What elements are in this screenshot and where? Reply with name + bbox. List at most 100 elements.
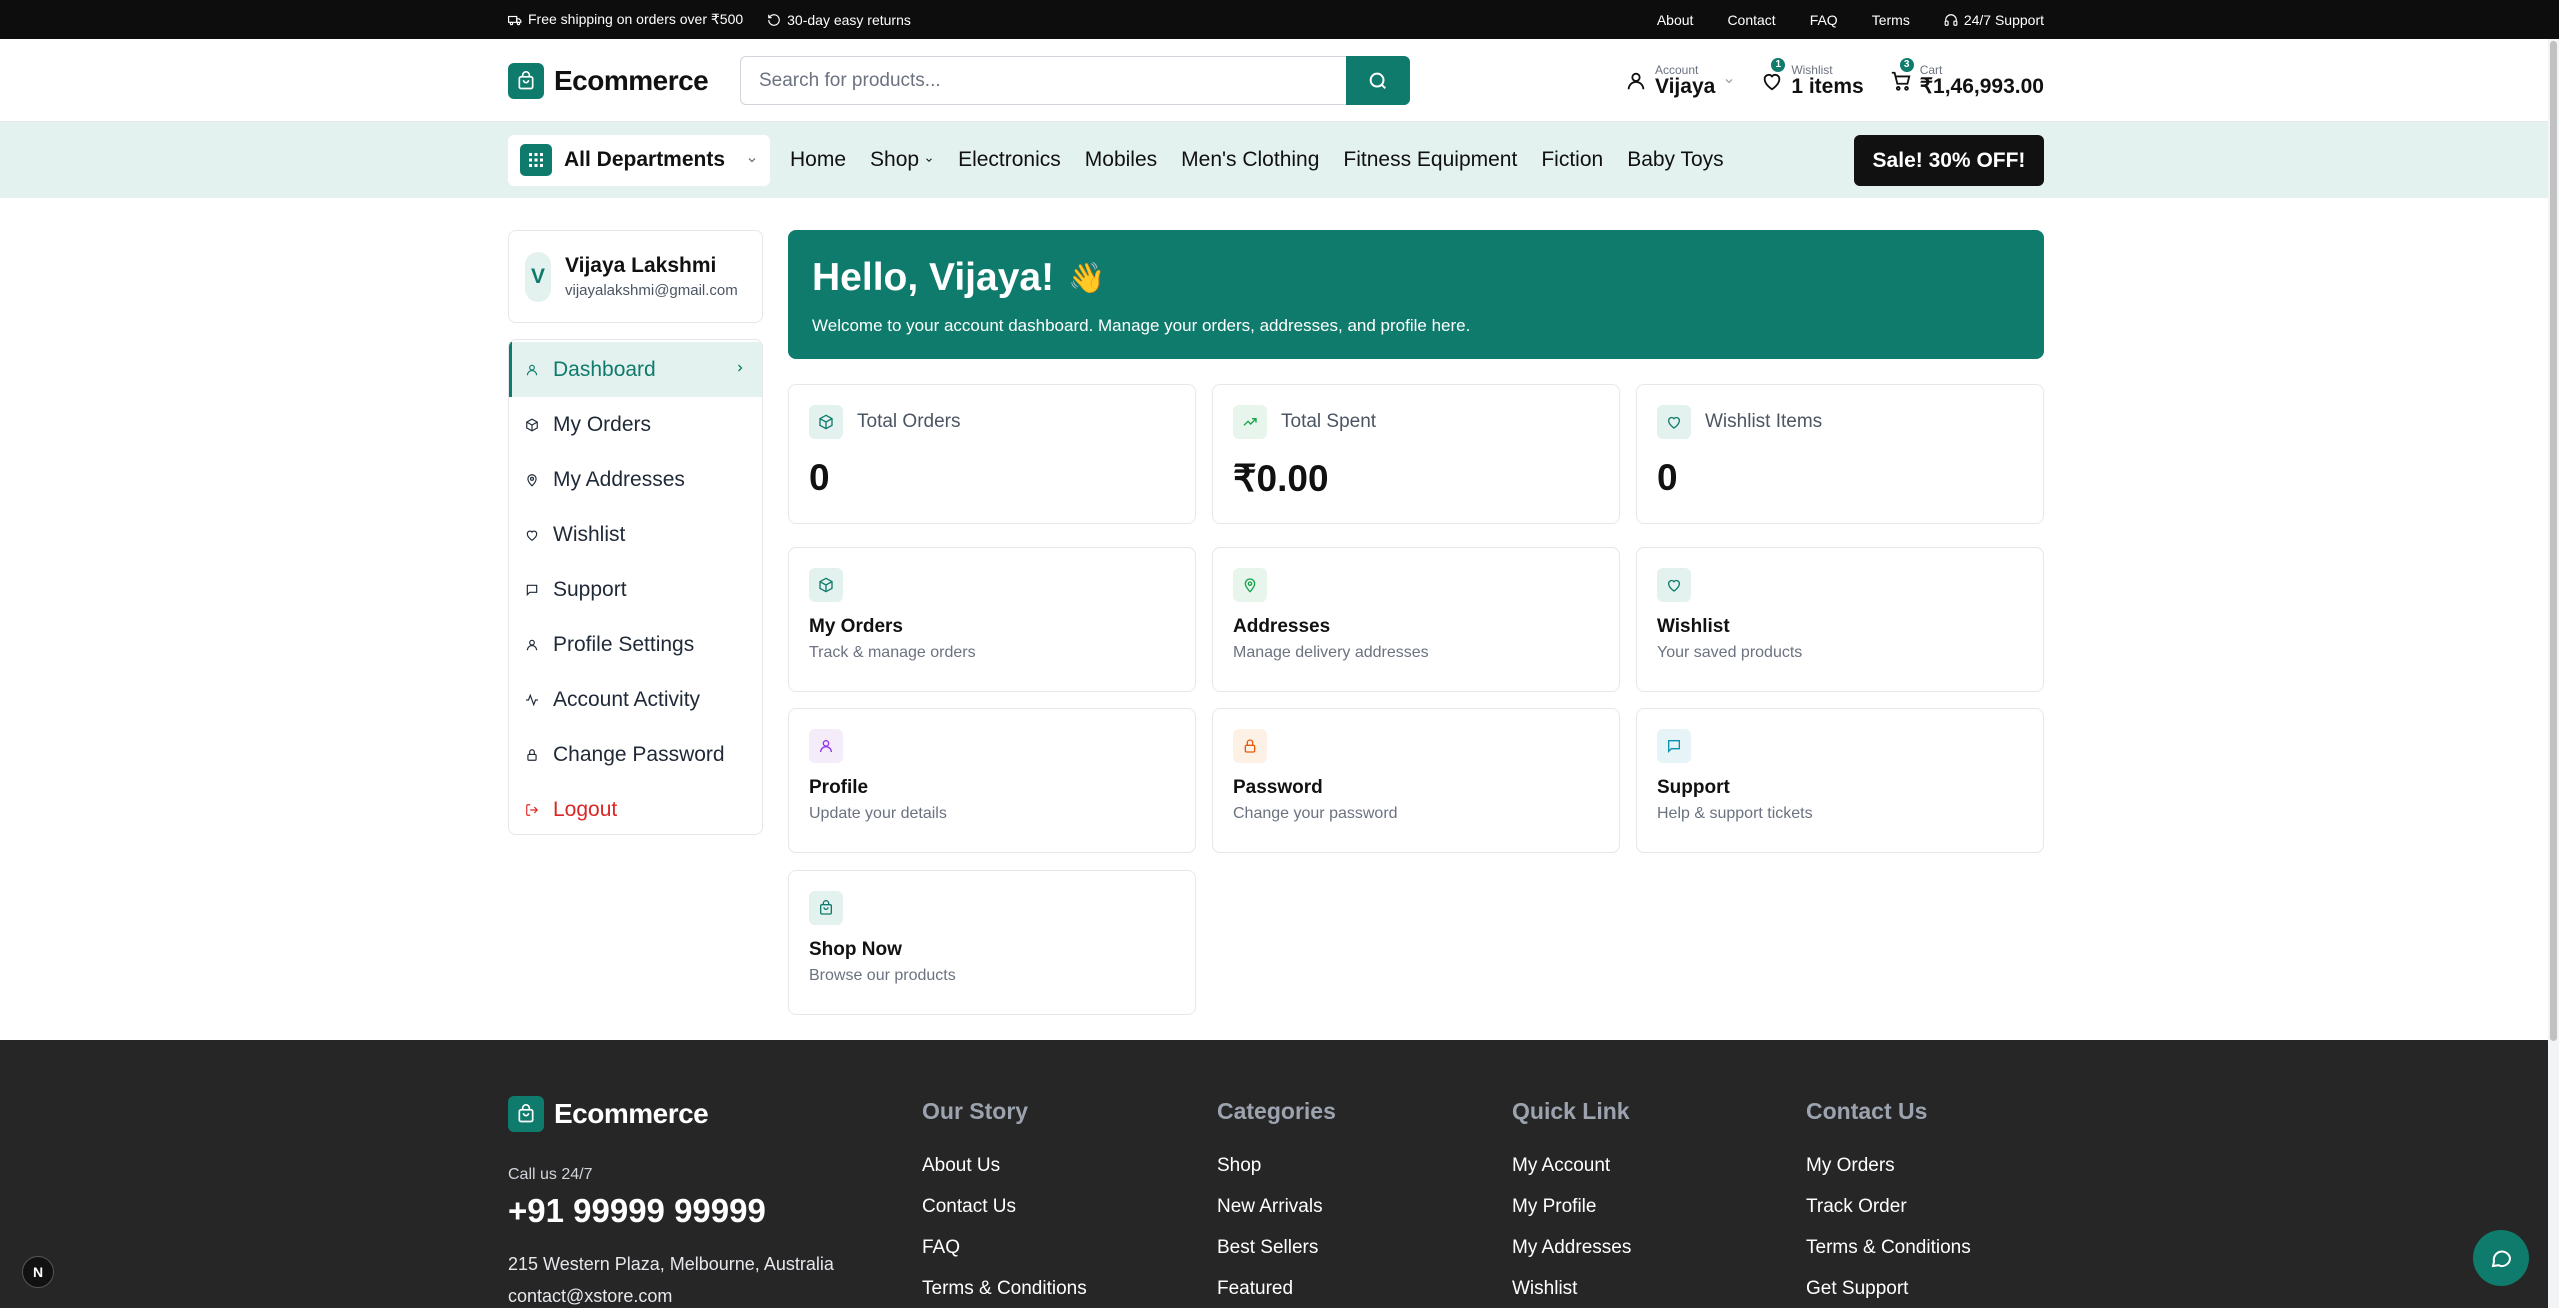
footer-link[interactable]: Wishlist [1512,1278,1631,1308]
footer-link[interactable]: My Account [1512,1155,1631,1196]
footer-link[interactable]: Shop [1217,1155,1336,1196]
sale-button[interactable]: Sale! 30% OFF! [1854,135,2044,186]
cart-icon [1891,71,1911,91]
chat-button[interactable] [2473,1230,2529,1286]
sidebar-item-support[interactable]: Support [509,562,762,617]
n-logo-badge[interactable]: N [22,1256,54,1288]
free-shipping-note: Free shipping on orders over ₹500 [508,11,743,28]
sidebar-item-logout[interactable]: Logout [509,782,762,834]
cart-label: Cart [1919,62,1943,77]
footer: Ecommerce Call us 24/7 +91 99999 99999 2… [0,1040,2559,1308]
sidebar-item-change-password[interactable]: Change Password [509,727,762,782]
package-icon [809,405,843,439]
topbar-support-link[interactable]: 24/7 Support [1944,12,2044,28]
link-card-subtitle: Browse our products [809,967,956,984]
sidebar-item-dashboard[interactable]: Dashboard [509,342,762,397]
footer-link[interactable]: Track Order [1806,1196,1971,1237]
topbar-link-about[interactable]: About [1657,12,1694,28]
grid-icon [520,144,552,176]
footer-link[interactable]: My Addresses [1512,1237,1631,1278]
stat-value: ₹0.00 [1233,458,1329,499]
nav-link-fiction[interactable]: Fiction [1541,148,1603,172]
link-card-wishlist[interactable]: Wishlist Your saved products [1636,547,2044,692]
footer-link[interactable]: Terms & Conditions [922,1278,1087,1308]
returns-text: 30-day easy returns [787,11,911,28]
footer-link[interactable]: Contact Us [922,1196,1087,1237]
lock-icon [527,748,537,761]
footer-link[interactable]: New Arrivals [1217,1196,1336,1237]
link-card-title: Shop Now [809,939,902,960]
contact-email[interactable]: contact@xstore.com [508,1286,672,1307]
top-bar: Free shipping on orders over ₹500 30-day… [0,0,2559,39]
footer-column-contact-us: Contact Us My Orders Track Order Terms &… [1806,1098,1971,1308]
footer-logo[interactable]: Ecommerce [508,1096,709,1132]
link-card-password[interactable]: Password Change your password [1212,708,1620,853]
chevron-down-icon [1725,78,1733,83]
nav-link-mens-clothing[interactable]: Men's Clothing [1181,148,1319,172]
user-icon [809,729,843,763]
welcome-banner: Hello, Vijaya! 👋 Welcome to your account… [788,230,2044,359]
avatar: V [525,251,551,302]
sidebar-item-label: My Orders [553,412,652,436]
nav-link-mobiles[interactable]: Mobiles [1085,148,1157,172]
search-input[interactable] [740,56,1346,105]
scrollbar-thumb[interactable] [2550,41,2557,1041]
topbar-link-faq[interactable]: FAQ [1810,12,1838,28]
nav-link-fitness-equipment[interactable]: Fitness Equipment [1343,148,1517,172]
sidebar-item-account-activity[interactable]: Account Activity [509,672,762,727]
link-card-support[interactable]: Support Help & support tickets [1636,708,2044,853]
cart-total: ₹1,46,993.00 [1919,74,2044,98]
shipping-text: Free shipping on orders over ₹500 [528,11,744,27]
nav-shop-label: Shop [870,148,920,171]
footer-link[interactable]: My Orders [1806,1155,1971,1196]
stat-card-total-orders: Total Orders 0 [788,384,1196,524]
wishlist-link[interactable]: 1 Wishlist 1 items [1761,57,1864,98]
link-card-addresses[interactable]: Addresses Manage delivery addresses [1212,547,1620,692]
link-card-subtitle: Update your details [809,805,947,822]
footer-link[interactable]: About Us [922,1155,1087,1196]
search-button[interactable] [1346,56,1410,105]
main-nav: All Departments Home Shop Electronics Mo… [0,122,2559,198]
footer-link[interactable]: Featured [1217,1278,1336,1308]
link-card-shop-now[interactable]: Shop Now Browse our products [788,870,1196,1015]
footer-link[interactable]: FAQ [922,1237,1087,1278]
sidebar-item-label: My Addresses [553,467,685,491]
refresh-icon [768,13,780,26]
topbar-link-terms[interactable]: Terms [1872,12,1910,28]
link-card-title: Support [1657,777,1730,798]
sidebar-item-label: Profile Settings [553,632,695,656]
nav-link-shop[interactable]: Shop [870,148,934,172]
footer-column-title: Quick Link [1512,1098,1630,1124]
logo[interactable]: Ecommerce [508,62,709,99]
user-icon [526,364,538,375]
sidebar-item-profile-settings[interactable]: Profile Settings [509,617,762,672]
address: 215 Western Plaza, Melbourne, Australia [508,1254,834,1274]
footer-link[interactable]: My Profile [1512,1196,1631,1237]
footer-column-our-story: Our Story About Us Contact Us FAQ Terms … [922,1098,1087,1308]
heart-icon [1657,405,1691,439]
sidebar-item-my-orders[interactable]: My Orders [509,397,762,452]
nav-link-electronics[interactable]: Electronics [958,148,1061,172]
nav-link-home[interactable]: Home [790,148,846,172]
link-card-profile[interactable]: Profile Update your details [788,708,1196,853]
sidebar-item-wishlist[interactable]: Wishlist [509,507,762,562]
returns-note: 30-day easy returns [767,12,911,28]
phone-number[interactable]: +91 99999 99999 [508,1192,766,1230]
link-card-my-orders[interactable]: My Orders Track & manage orders [788,547,1196,692]
account-menu[interactable]: Account Vijaya [1625,64,1735,98]
stat-label: Total Orders [857,411,961,432]
footer-link[interactable]: Get Support [1806,1278,1971,1308]
account-sidebar: Dashboard My Orders My Addresses Wishlis… [508,339,763,835]
sidebar-item-label: Logout [553,797,618,821]
lock-icon [1233,729,1267,763]
topbar-link-contact[interactable]: Contact [1727,12,1775,28]
stat-value: 0 [1657,457,1678,498]
all-departments-dropdown[interactable]: All Departments [508,134,770,186]
sidebar-item-my-addresses[interactable]: My Addresses [509,452,762,507]
user-name: Vijaya Lakshmi [565,254,717,277]
nav-link-baby-toys[interactable]: Baby Toys [1627,148,1724,172]
footer-link[interactable]: Best Sellers [1217,1237,1336,1278]
sidebar-item-label: Support [553,577,627,601]
cart-link[interactable]: 3 Cart ₹1,46,993.00 [1890,57,2044,98]
footer-link[interactable]: Terms & Conditions [1806,1237,1971,1278]
